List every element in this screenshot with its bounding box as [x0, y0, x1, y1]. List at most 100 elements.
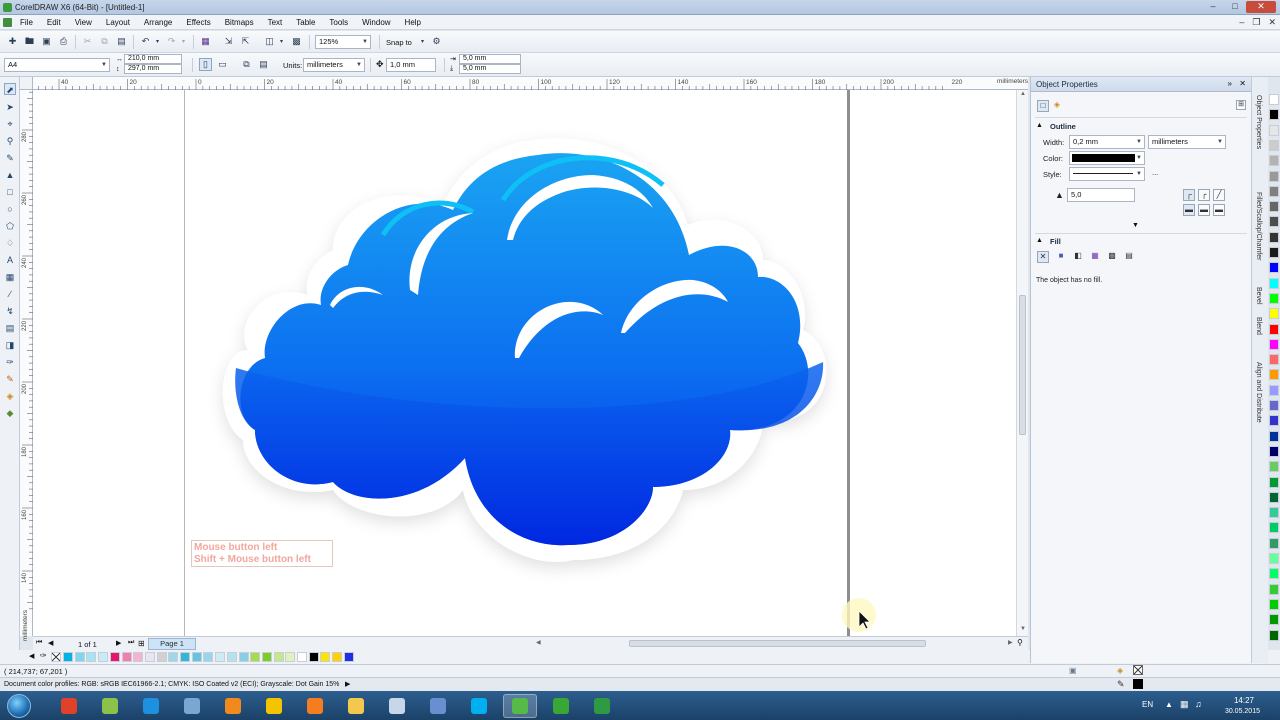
- freehand-tool-icon[interactable]: ✎: [4, 152, 16, 164]
- duplicate-y-field[interactable]: 5,0 mm: [459, 64, 521, 74]
- open-icon[interactable]: 🖿: [23, 35, 36, 48]
- palette-swatch[interactable]: [203, 652, 214, 662]
- nudge-distance-field[interactable]: 1,0 mm: [386, 58, 436, 72]
- portrait-icon[interactable]: ▯: [199, 58, 212, 71]
- fill-expand-icon[interactable]: ▲: [1036, 237, 1043, 244]
- vertical-palette-swatch[interactable]: [1269, 201, 1279, 213]
- navigator-zoom-icon[interactable]: ⚲: [1017, 638, 1023, 647]
- vertical-palette-swatch[interactable]: [1269, 231, 1279, 243]
- cut-icon[interactable]: ✂: [81, 35, 94, 48]
- page-tab[interactable]: Page 1: [148, 638, 196, 650]
- palette-swatch[interactable]: [215, 652, 226, 662]
- rectangle-tool-icon[interactable]: □: [4, 186, 16, 198]
- copy-icon[interactable]: ⧉: [98, 35, 111, 48]
- shape-tool-icon[interactable]: ➤: [4, 101, 16, 113]
- vertical-palette-swatch[interactable]: [1269, 292, 1279, 304]
- menu-window[interactable]: Window: [362, 18, 390, 27]
- basic-shapes-tool-icon[interactable]: ♢: [4, 237, 16, 249]
- vertical-palette-swatch[interactable]: [1269, 308, 1279, 320]
- text-tool-icon[interactable]: A: [4, 254, 16, 266]
- corner-round-icon[interactable]: ╭: [1198, 189, 1210, 201]
- menu-table[interactable]: Table: [296, 18, 315, 27]
- palette-swatch[interactable]: [98, 652, 109, 662]
- vertical-palette-swatch[interactable]: [1269, 553, 1279, 564]
- vertical-palette-swatch[interactable]: [1269, 247, 1279, 258]
- page-next-icon[interactable]: ▶: [116, 639, 121, 647]
- taskbar-app-media-player[interactable]: [216, 694, 250, 718]
- menu-view[interactable]: View: [75, 18, 92, 27]
- horizontal-ruler[interactable]: 40 20 0 20 40 60 80 100 120 140 160 180 200 220 milli…: [33, 77, 1028, 90]
- vertical-palette-swatch[interactable]: [1269, 415, 1279, 427]
- drawing-canvas[interactable]: Mouse button left Shift + Mouse button l…: [33, 90, 1016, 636]
- page-size-select[interactable]: A4 ▼: [4, 58, 110, 72]
- cap-round-icon[interactable]: ▬: [1198, 204, 1210, 216]
- doc-restore-icon[interactable]: ❐: [1252, 17, 1260, 28]
- clock-time[interactable]: 14:27: [1234, 696, 1254, 705]
- vertical-palette-swatch[interactable]: [1269, 139, 1279, 151]
- page-last-icon[interactable]: ⏭: [128, 639, 134, 647]
- search-content-icon[interactable]: ▦: [199, 35, 212, 48]
- import-icon[interactable]: ⇲: [222, 35, 235, 48]
- vertical-palette-swatch[interactable]: [1269, 216, 1279, 228]
- palette-swatch[interactable]: [86, 652, 97, 662]
- snap-to-dropdown-icon[interactable]: ▾: [416, 35, 429, 48]
- zoom-tool-icon[interactable]: ⚲: [4, 135, 16, 147]
- vertical-palette-swatch[interactable]: [1269, 323, 1279, 335]
- current-page-icon[interactable]: ▤: [257, 58, 270, 71]
- outline-more-chevron-icon[interactable]: ▼: [1132, 222, 1139, 229]
- polygon-tool-icon[interactable]: ⬠: [4, 220, 16, 232]
- palette-swatch[interactable]: [168, 652, 179, 662]
- cap-extended-icon[interactable]: ▬: [1213, 204, 1225, 216]
- palette-swatch[interactable]: [144, 652, 155, 662]
- page-prev-icon[interactable]: ◀: [48, 639, 53, 647]
- outline-width-field[interactable]: 0,2 mm ▼: [1069, 135, 1145, 149]
- taskbar-app-corel-connect[interactable]: [585, 694, 619, 718]
- vertical-palette-swatch[interactable]: [1269, 583, 1279, 595]
- taskbar-app-skype[interactable]: [462, 694, 496, 718]
- undo-dropdown-icon[interactable]: ▾: [151, 35, 164, 48]
- vertical-palette-swatch[interactable]: [1269, 537, 1279, 549]
- palette-swatch[interactable]: [121, 652, 132, 662]
- palette-swatch[interactable]: [343, 652, 354, 662]
- maximize-button[interactable]: □: [1226, 1, 1244, 13]
- landscape-icon[interactable]: ▭: [216, 58, 229, 71]
- menu-text[interactable]: Text: [268, 18, 283, 27]
- palette-swatch[interactable]: [238, 652, 249, 662]
- scroll-left-icon[interactable]: ◀: [536, 639, 541, 646]
- vertical-palette-swatch[interactable]: [1269, 170, 1279, 182]
- vertical-palette-swatch[interactable]: [1269, 430, 1279, 442]
- page-width-field[interactable]: 210,0 mm: [124, 54, 182, 64]
- vertical-palette-swatch[interactable]: [1269, 522, 1279, 534]
- palette-swatch[interactable]: [63, 652, 73, 662]
- no-color-swatch[interactable]: [51, 652, 61, 662]
- palette-swatch[interactable]: [308, 652, 319, 662]
- vertical-palette-swatch[interactable]: [1269, 445, 1279, 457]
- page-first-icon[interactable]: ⏮: [36, 639, 42, 647]
- no-fill-icon[interactable]: ✕: [1037, 251, 1049, 263]
- fountain-fill-icon[interactable]: ◧: [1072, 251, 1084, 263]
- miter-limit-field[interactable]: 5,0: [1067, 188, 1135, 202]
- horizontal-scroll-thumb[interactable]: [629, 640, 926, 647]
- palette-swatch[interactable]: [250, 652, 261, 662]
- menu-bitmaps[interactable]: Bitmaps: [225, 18, 254, 27]
- blend-tool-icon[interactable]: ▤: [4, 322, 16, 334]
- taskbar-app-explorer[interactable]: [339, 694, 373, 718]
- ruler-corner[interactable]: [20, 77, 33, 90]
- vertical-palette-swatch[interactable]: [1269, 262, 1279, 274]
- doc-close-icon[interactable]: ✕: [1268, 17, 1276, 28]
- crop-tool-icon[interactable]: ⌖: [4, 118, 16, 130]
- menu-arrange[interactable]: Arrange: [144, 18, 172, 27]
- palette-swatch[interactable]: [109, 652, 120, 662]
- docker-options-icon[interactable]: ⊞: [1236, 100, 1246, 110]
- postscript-fill-icon[interactable]: ▤: [1123, 251, 1135, 263]
- taskbar-app-network[interactable]: [175, 694, 209, 718]
- vertical-palette-swatch[interactable]: [1269, 400, 1279, 411]
- taskbar-app-coreldraw[interactable]: [503, 694, 537, 718]
- fill-tab-icon[interactable]: ◈: [1051, 100, 1063, 112]
- redo-dropdown-icon[interactable]: ▾: [177, 35, 190, 48]
- tab-object-properties[interactable]: Object Properties: [1255, 95, 1262, 149]
- color-profiles-arrow-icon[interactable]: ▶: [345, 680, 350, 688]
- connector-tool-icon[interactable]: ↯: [4, 305, 16, 317]
- palette-swatch[interactable]: [285, 652, 296, 662]
- application-launcher-icon[interactable]: ▩: [290, 35, 303, 48]
